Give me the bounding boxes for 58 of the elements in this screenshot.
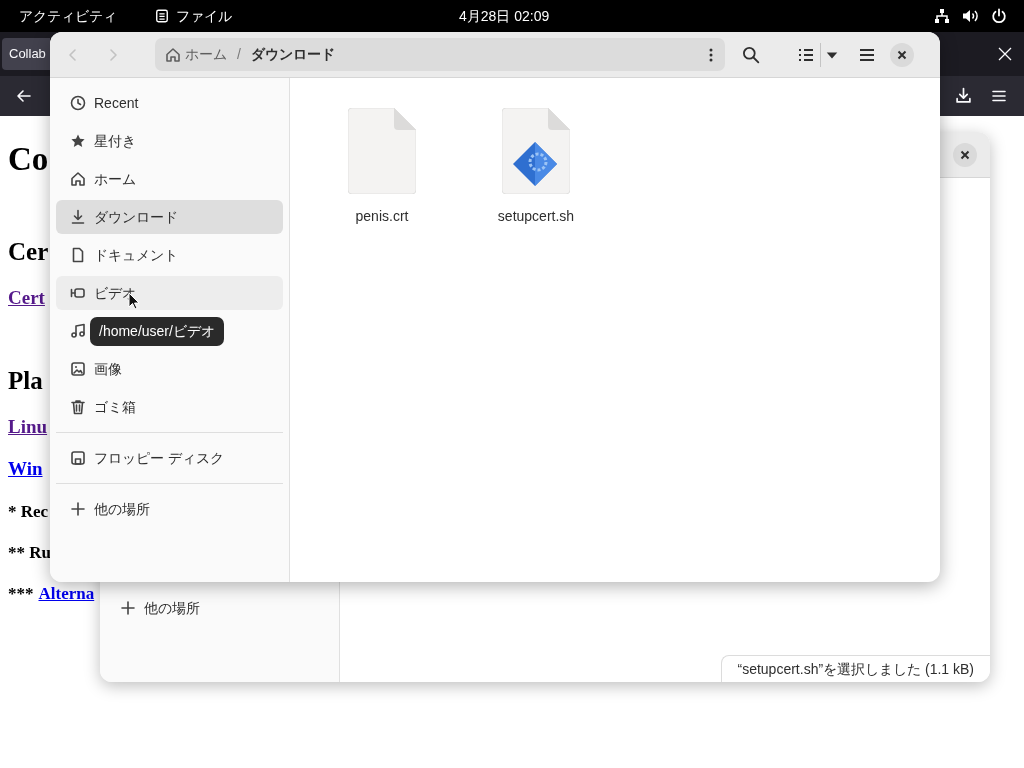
sidebar-item[interactable]: ドキュメント xyxy=(56,238,283,272)
close-icon xyxy=(897,49,907,60)
page-heading: Pla xyxy=(8,366,43,396)
page-heading: Co xyxy=(8,140,49,178)
close-icon xyxy=(960,149,970,160)
sidebar-item[interactable]: ホーム xyxy=(56,162,283,196)
video-camera-icon xyxy=(70,285,86,301)
page-text: * Rec xyxy=(8,501,49,523)
star-icon xyxy=(70,133,86,149)
page-text: ** Ru xyxy=(8,542,51,564)
music-note-icon xyxy=(70,323,86,339)
activities-button[interactable]: アクティビティ xyxy=(19,5,117,27)
trash-icon xyxy=(70,399,86,415)
power-icon[interactable] xyxy=(991,8,1007,24)
home-icon xyxy=(70,171,86,187)
download-icon xyxy=(70,209,86,225)
status-bubble: “setupcert.sh”を選択しました (1.1 kB) xyxy=(720,655,990,682)
sidebar-item[interactable]: 画像 xyxy=(56,352,283,386)
sidebar-item[interactable]: ゴミ箱 xyxy=(56,390,283,424)
path-home-button[interactable]: ホーム xyxy=(165,44,227,65)
back-arrow-icon[interactable] xyxy=(16,88,32,104)
file-name[interactable]: penis.crt xyxy=(355,206,409,227)
network-icon[interactable] xyxy=(934,8,950,24)
menu-icon[interactable] xyxy=(991,88,1007,104)
plus-icon xyxy=(70,501,86,517)
sidebar-item[interactable]: フロッピー ディスク xyxy=(56,441,283,475)
browser-tab[interactable]: Collab xyxy=(2,38,50,70)
sidebar-item[interactable]: 他の場所 xyxy=(56,492,283,526)
sidebar-item[interactable]: 他の場所 xyxy=(106,591,333,625)
home-icon xyxy=(165,46,181,63)
page-text: *** xyxy=(8,583,34,605)
page-link[interactable]: Cert xyxy=(8,286,45,310)
list-view-icon[interactable] xyxy=(798,46,814,63)
app-menu[interactable]: ファイル xyxy=(155,5,232,27)
path-current-folder[interactable]: ダウンロード xyxy=(250,44,335,65)
sidebar-item[interactable]: Recent xyxy=(56,86,283,120)
close-icon[interactable] xyxy=(997,46,1013,62)
sidebar-item[interactable]: ダウンロード xyxy=(56,200,283,234)
page-link[interactable]: Win xyxy=(8,457,43,481)
file-name[interactable]: setupcert.sh xyxy=(497,206,575,227)
close-button[interactable] xyxy=(890,42,914,67)
page-link[interactable]: Linu xyxy=(8,415,48,439)
document-icon xyxy=(70,247,86,263)
download-icon[interactable] xyxy=(955,87,972,104)
plus-icon xyxy=(120,600,136,616)
search-icon[interactable] xyxy=(742,45,760,64)
sidebar-item[interactable]: 星付き xyxy=(56,124,283,158)
script-file-icon[interactable] xyxy=(502,108,570,194)
tooltip: /home/user/ビデオ xyxy=(90,317,224,346)
clock-icon xyxy=(70,95,86,111)
clock[interactable]: 4月28日 02:09 xyxy=(459,5,550,27)
picture-icon xyxy=(70,361,86,377)
volume-icon[interactable] xyxy=(962,8,979,24)
page-heading: Cer xyxy=(8,237,49,267)
close-button[interactable] xyxy=(953,142,977,167)
path-separator: / xyxy=(237,45,241,64)
page-link[interactable]: Alterna xyxy=(38,583,95,605)
menu-icon[interactable] xyxy=(859,46,875,63)
